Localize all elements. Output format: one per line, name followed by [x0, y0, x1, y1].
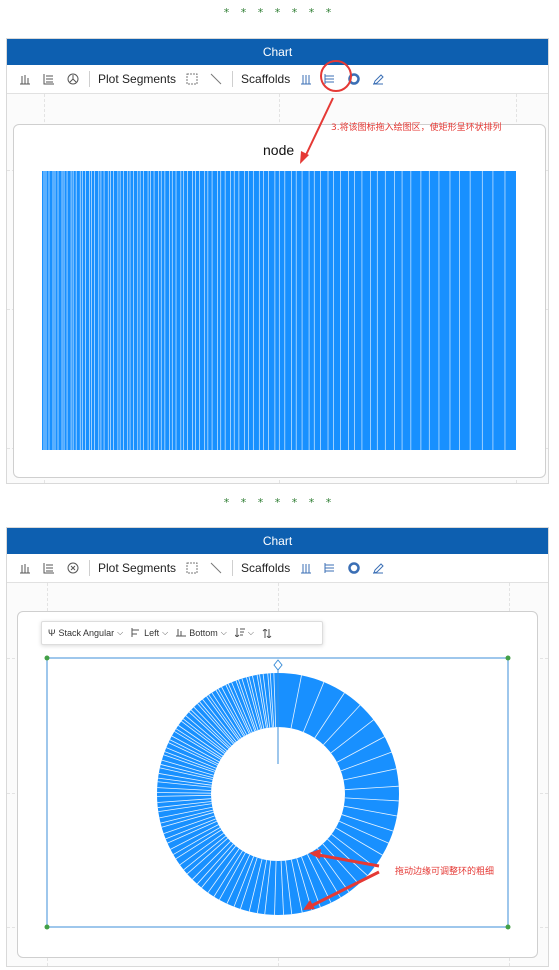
chevron-down-icon: ⌵ [162, 628, 169, 637]
align-left-icon [131, 627, 141, 639]
reverse-order-button[interactable] [262, 628, 272, 638]
corner-handle[interactable] [505, 655, 511, 661]
annotation-text: 拖动边缘可调整环的粗细 [395, 867, 495, 877]
chevron-down-icon: ⌵ [220, 628, 227, 637]
align-x-label: Left [144, 628, 160, 638]
plot-segments-label: Plot Segments [98, 561, 177, 575]
row-scaffold-icon[interactable] [321, 559, 339, 577]
sort-icon [234, 627, 245, 639]
separator-top: * * * * * * * [223, 6, 336, 19]
corner-handle[interactable] [44, 655, 50, 661]
align-bottom-icon [176, 628, 187, 639]
annotation-arrow [300, 97, 334, 164]
toolbar: Plot Segments Scaffolds [7, 554, 548, 583]
angle-handle[interactable] [273, 659, 283, 671]
stack-label: Stack Angular [58, 628, 115, 638]
toolbar-divider [89, 560, 90, 576]
chevron-down-icon: ⌵ [117, 628, 124, 637]
segment-toolbar-popup: Ψ Stack Angular ⌵ Left ⌵ Bottom ⌵ ⌵ [41, 621, 323, 645]
chart-panel-bottom: Chart Plot Segments Scaffolds Ψ Stack An… [6, 527, 549, 967]
align-y-dropdown[interactable]: Bottom ⌵ [176, 628, 227, 639]
toolbar-divider [232, 560, 234, 576]
column-scaffold-icon[interactable] [297, 559, 315, 577]
polar-scaffold-icon[interactable] [345, 559, 363, 577]
chevron-down-icon: ⌵ [247, 628, 254, 637]
stack-icon: Ψ [48, 628, 56, 638]
line-icon[interactable] [207, 559, 225, 577]
list-icon[interactable] [40, 559, 58, 577]
separator-middle: * * * * * * * [223, 496, 336, 509]
chart-panel-top: Chart Plot Segments Scaffolds node 3.将该图… [6, 38, 549, 484]
stack-angular-dropdown[interactable]: Ψ Stack Angular ⌵ [48, 628, 123, 638]
align-y-label: Bottom [189, 628, 218, 638]
bar-chart-icon[interactable] [16, 559, 34, 577]
corner-handle[interactable] [505, 924, 511, 930]
swap-icon [262, 628, 272, 638]
pen-icon[interactable] [369, 559, 387, 577]
circle-x-icon[interactable] [64, 559, 82, 577]
annotation-text: 3.将该图标拖入绘图区，使矩形呈环状排列 [331, 123, 502, 133]
corner-handle[interactable] [44, 924, 50, 930]
rect-icon[interactable] [183, 559, 201, 577]
canvas-area: Ψ Stack Angular ⌵ Left ⌵ Bottom ⌵ ⌵ [7, 583, 548, 966]
panel-title: Chart [7, 528, 548, 554]
scaffolds-label: Scaffolds [241, 561, 291, 575]
sort-dropdown[interactable]: ⌵ [234, 627, 254, 639]
align-x-dropdown[interactable]: Left ⌵ [131, 627, 169, 639]
